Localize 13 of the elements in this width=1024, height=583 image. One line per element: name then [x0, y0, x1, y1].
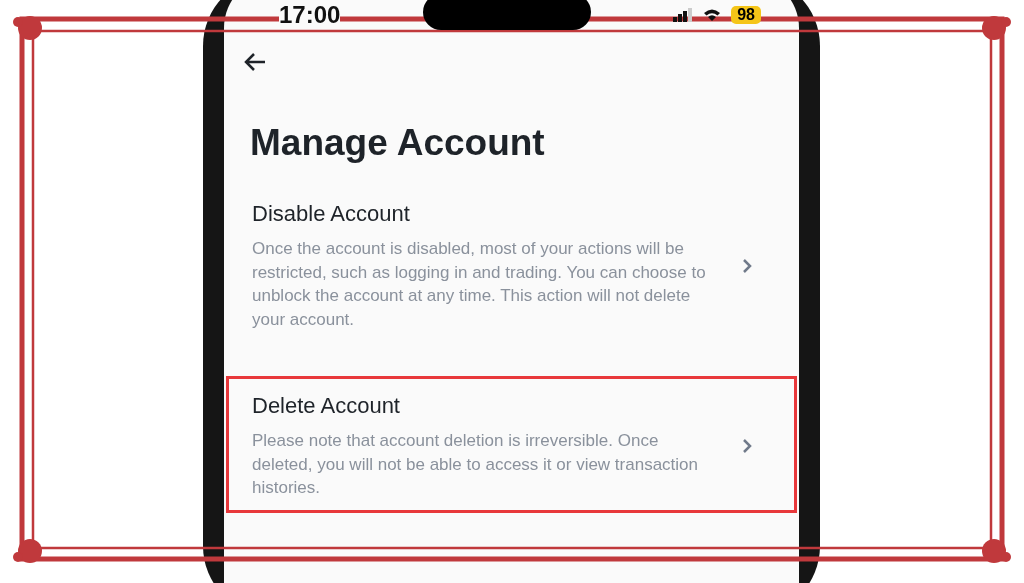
- option-description: Please note that account deletion is irreversible. Once deleted, you will not be able to access it or view transaction histories.: [252, 430, 700, 499]
- battery-level: 98: [731, 6, 761, 24]
- page-title: Manage Account: [250, 122, 546, 164]
- back-arrow-icon: [243, 52, 267, 72]
- option-description: Once the account is disabled, most of your actions will be restricted, such as logging in and trading. You can choose to unblock the account at any time. This action will not delete your account.: [252, 238, 707, 331]
- option-title: Delete Account: [252, 393, 401, 419]
- wifi-icon: [703, 8, 722, 22]
- signal-icon: [673, 8, 694, 22]
- chevron-right-icon: [742, 439, 752, 454]
- back-button[interactable]: [243, 52, 267, 72]
- chevron-right-icon: [742, 259, 752, 273]
- highlighted-menu-item[interactable]: Delete Account Please note that account deletion is irreversible. Once deleted, you will not be able to access it or view transaction histories.: [226, 376, 797, 513]
- option-title: Disable Account: [252, 201, 411, 227]
